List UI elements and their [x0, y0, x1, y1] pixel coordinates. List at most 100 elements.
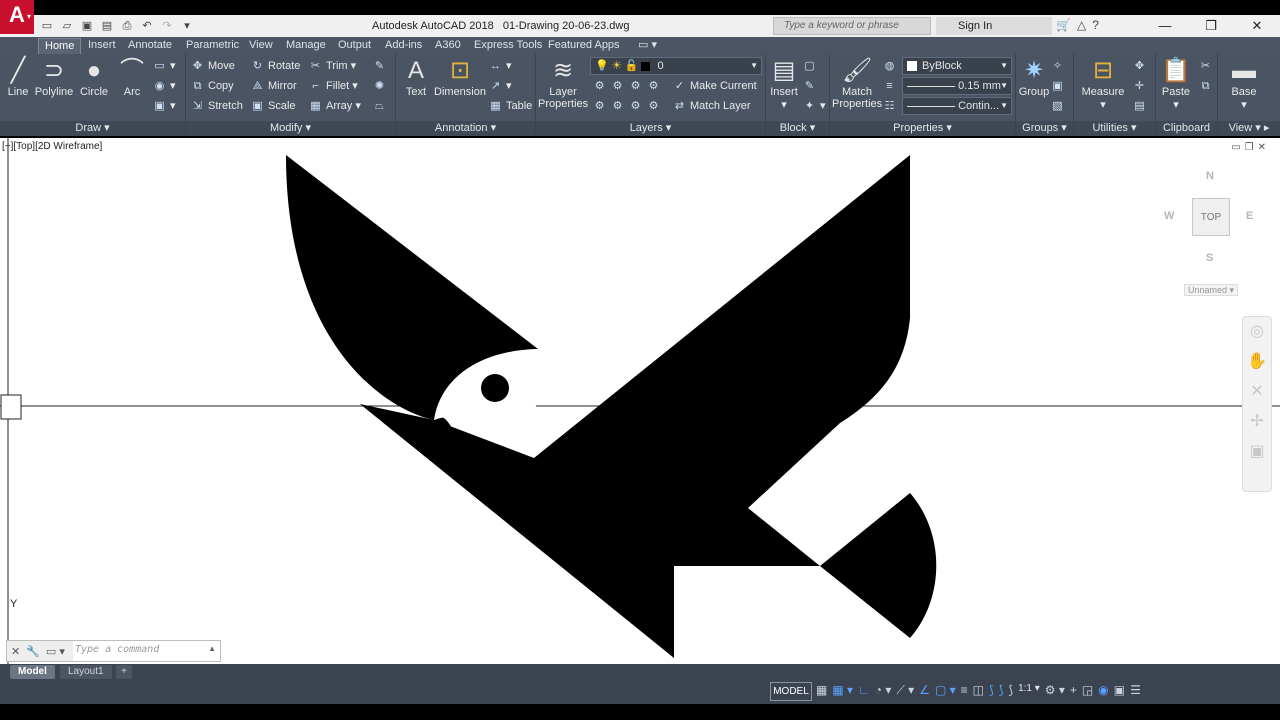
measure-button[interactable]: ⊟ Measure ▾ — [1078, 56, 1128, 111]
restore-button[interactable]: ❐ — [1188, 15, 1234, 37]
tab-layout1[interactable]: Layout1 — [60, 665, 112, 679]
steering-wheel-icon[interactable]: ◎ — [1243, 317, 1271, 347]
clean-screen-icon[interactable]: ▣ — [1114, 683, 1125, 698]
insert-button[interactable]: ▤ Insert ▾ — [768, 56, 800, 111]
tab-model[interactable]: Model — [10, 665, 55, 679]
polar-tracking-icon[interactable]: ◔ ▾ — [875, 683, 892, 698]
application-menu-button[interactable]: A ▾ — [0, 0, 34, 34]
workspace-gear-icon[interactable]: ⚙ ▾ — [1045, 683, 1065, 698]
copy-clip-button[interactable]: ⧉ — [1198, 76, 1216, 96]
rectangle-button[interactable]: ▭ ▾ — [152, 56, 175, 76]
layers-panel-title[interactable]: Layers ▾ — [536, 121, 765, 136]
qat-menu-icon[interactable]: ▾ — [178, 18, 196, 34]
arc-button[interactable]: ⌒ Arc — [116, 56, 148, 98]
move-button[interactable]: ✥ Move — [190, 56, 235, 76]
viewcube-west[interactable]: W — [1164, 210, 1174, 222]
paste-button[interactable]: 📋 Paste ▾ — [1158, 56, 1194, 111]
zoom-extents-icon[interactable]: ✕ — [1243, 377, 1271, 407]
lineweight-status-icon[interactable]: ≡ — [961, 683, 968, 698]
create-block-button[interactable]: ▢ — [802, 56, 820, 76]
save-as-icon[interactable]: ▤ — [98, 18, 116, 34]
minimize-button[interactable]: — — [1142, 15, 1188, 37]
command-input[interactable]: Type a command — [75, 644, 159, 655]
annotation-scale-dropdown[interactable]: 1:1 ▾ — [1018, 683, 1040, 698]
properties-panel-title[interactable]: Properties ▾ — [830, 121, 1015, 136]
object-snap-icon[interactable]: ▢ ▾ — [935, 683, 956, 698]
annotation-scale-icon[interactable]: ⟆ — [1008, 683, 1013, 698]
make-current-button[interactable]: ✓ Make Current — [672, 76, 757, 96]
model-space-button[interactable]: MODEL — [770, 682, 812, 701]
fillet-button[interactable]: ⌐ Fillet ▾ — [308, 76, 358, 96]
save-icon[interactable]: ▣ — [78, 18, 96, 34]
base-button[interactable]: ▬ Base ▾ — [1226, 56, 1262, 111]
isolate-objects-icon[interactable]: ◲ — [1082, 683, 1093, 698]
wcs-menu[interactable]: Unnamed ▾ — [1184, 284, 1238, 296]
block-panel-title[interactable]: Block ▾ — [766, 121, 829, 136]
dimension-button[interactable]: ⊡ Dimension — [434, 56, 486, 98]
explode-button[interactable]: ✺ — [372, 76, 390, 96]
close-button[interactable]: ✕ — [1234, 15, 1280, 37]
offset-button[interactable]: ⏢ — [372, 96, 390, 116]
auto-scale-icon[interactable]: ⟆ — [999, 683, 1004, 698]
redo-icon[interactable]: ↷ — [158, 18, 176, 34]
tab-a360[interactable]: A360 — [429, 38, 467, 54]
showmotion-icon[interactable]: ▣ — [1243, 437, 1271, 467]
cut-button[interactable]: ✂ — [1198, 56, 1216, 76]
tab-output[interactable]: Output — [332, 38, 377, 54]
point-button[interactable]: ✛ — [1132, 76, 1150, 96]
annotation-panel-title[interactable]: Annotation ▾ — [396, 121, 535, 136]
tab-manage[interactable]: Manage — [280, 38, 332, 54]
tab-parametric[interactable]: Parametric — [180, 38, 245, 54]
isometric-icon[interactable]: ⟋ ▾ — [896, 683, 914, 698]
annotation-monitor-icon[interactable]: + — [1070, 683, 1077, 698]
exchange-icon[interactable]: △ — [1077, 18, 1086, 32]
draw-panel-title[interactable]: Draw ▾ — [0, 121, 185, 136]
linetype-dropdown[interactable]: Contin... ▼ — [902, 97, 1012, 115]
linear-dim-button[interactable]: ↔ ▾ — [488, 56, 512, 76]
tab-view[interactable]: View — [243, 38, 279, 54]
viewcube-north[interactable]: N — [1206, 170, 1214, 182]
calculator-button[interactable]: ▤ — [1132, 96, 1150, 116]
layer-tools-row1[interactable]: ⚙ ⚙ ⚙ ⚙ — [592, 76, 664, 96]
scale-button[interactable]: ▣ Scale — [250, 96, 295, 116]
text-button[interactable]: A Text — [400, 56, 432, 98]
customize-command-icon[interactable]: 🔧 — [26, 645, 40, 658]
recent-commands-icon[interactable]: ▭ ▾ — [46, 645, 65, 658]
add-layout-button[interactable]: + — [116, 665, 132, 679]
new-file-icon[interactable]: ▭ — [38, 18, 56, 34]
sign-in-button[interactable]: Sign In — [936, 17, 1052, 35]
tab-insert[interactable]: Insert — [82, 38, 122, 54]
snap-mode-icon[interactable]: ▦ ▾ — [832, 683, 853, 698]
color-dropdown[interactable]: ByBlock ▼ — [902, 57, 1012, 75]
viewcube-south[interactable]: S — [1206, 252, 1213, 264]
polyline-button[interactable]: ⊃ Polyline — [34, 56, 74, 98]
pan-icon[interactable]: ✋ — [1243, 347, 1271, 377]
modify-panel-title[interactable]: Modify ▾ — [186, 121, 395, 136]
lineweight-dropdown[interactable]: 0.15 mm ▼ — [902, 77, 1012, 95]
cart-icon[interactable]: 🛒 — [1056, 18, 1071, 32]
tab-add-ins[interactable]: Add-ins — [379, 38, 428, 54]
group-button[interactable]: ✷ Group — [1018, 56, 1050, 98]
match-layer-button[interactable]: ⇄ Match Layer — [672, 96, 751, 116]
tab-annotate[interactable]: Annotate — [122, 38, 178, 54]
erase-button[interactable]: ✎ — [372, 56, 390, 76]
group-edit-button[interactable]: ▣ — [1050, 76, 1068, 96]
copy-button[interactable]: ⧉ Copy — [190, 76, 234, 96]
ungroup-button[interactable]: ✧ — [1050, 56, 1068, 76]
utilities-panel-title[interactable]: Utilities ▾ — [1074, 121, 1155, 136]
hardware-acceleration-icon[interactable]: ◉ — [1098, 683, 1108, 698]
open-file-icon[interactable]: ▱ — [58, 18, 76, 34]
viewcube[interactable]: N W E S TOP Unnamed ▾ — [1160, 168, 1260, 298]
clipboard-panel-title[interactable]: Clipboard — [1156, 121, 1217, 136]
match-properties-button[interactable]: 🖌 Match Properties — [832, 56, 882, 110]
table-button[interactable]: ▦ Table — [488, 96, 532, 116]
group-select-button[interactable]: ▧ — [1050, 96, 1068, 116]
drawing-canvas[interactable]: [−][Top][2D Wireframe] ▭ ❐ ✕ N W E S TOP… — [0, 138, 1280, 664]
close-command-icon[interactable]: ✕ — [11, 645, 20, 658]
layer-dropdown[interactable]: 💡 ☀ 🔓 0 ▼ — [590, 57, 762, 75]
rotate-button[interactable]: ↻ Rotate — [250, 56, 301, 76]
orbit-icon[interactable]: ✢ — [1243, 407, 1271, 437]
line-button[interactable]: ╱ Line — [2, 56, 34, 98]
annotation-visibility-icon[interactable]: ⟆ — [989, 683, 994, 698]
viewcube-top-face[interactable]: TOP — [1192, 198, 1230, 236]
